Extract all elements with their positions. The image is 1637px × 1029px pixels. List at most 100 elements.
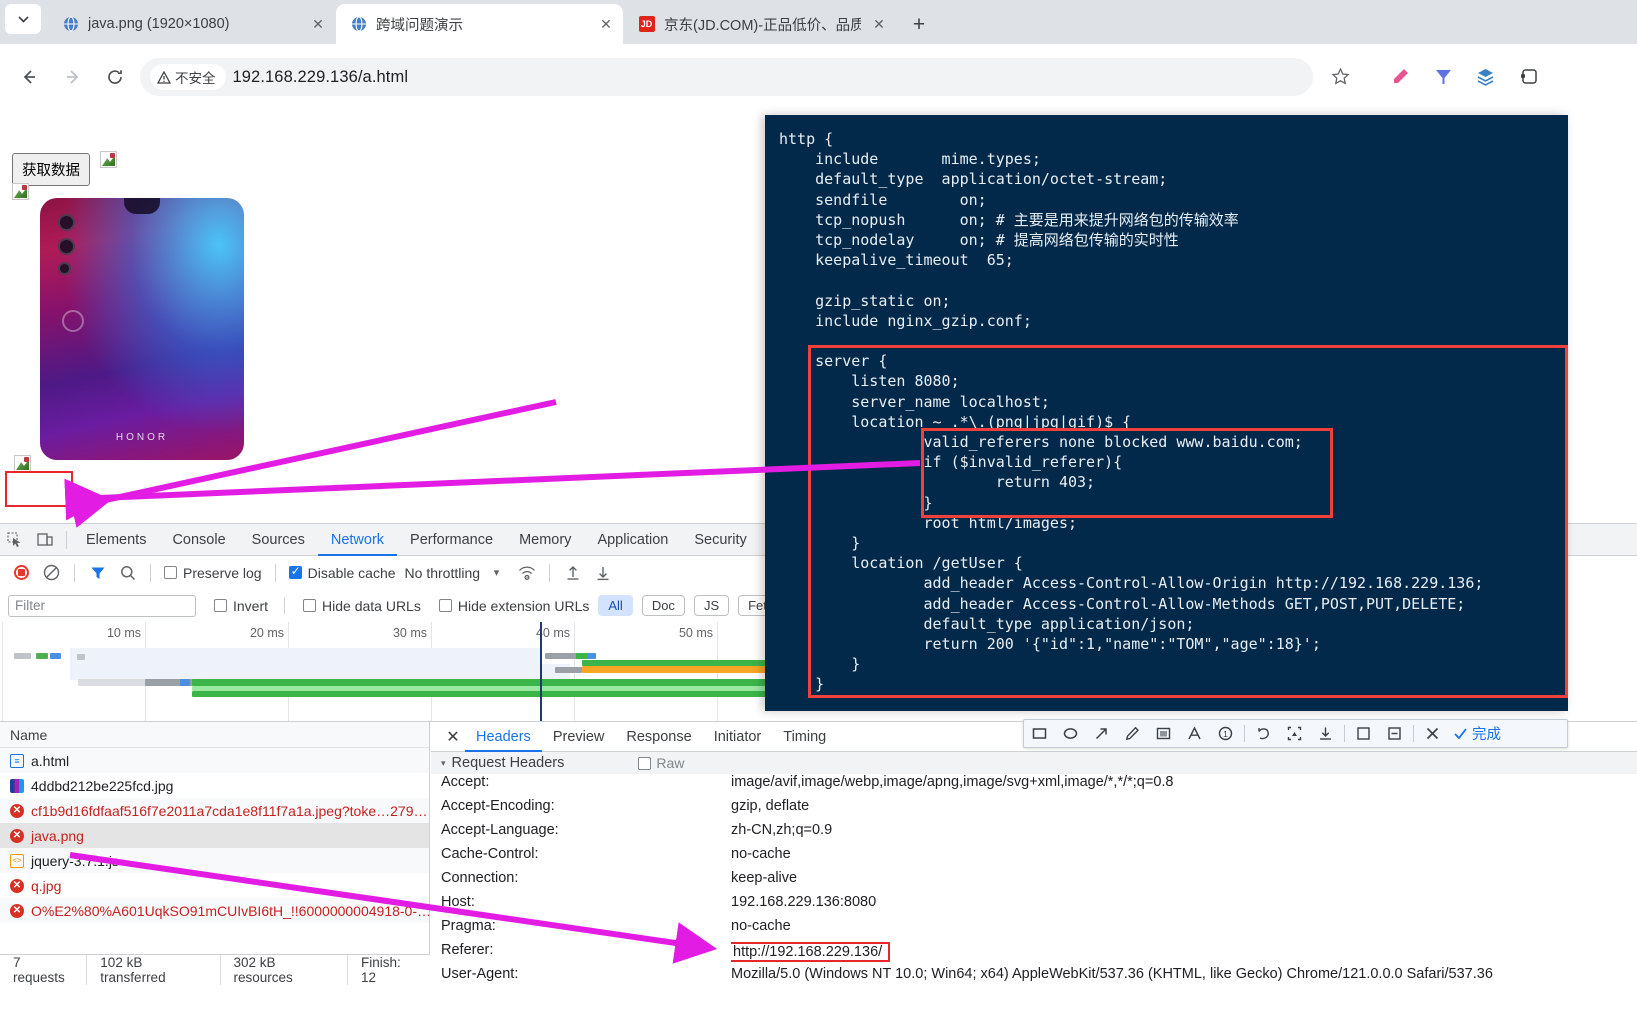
forward-button[interactable] [56, 60, 90, 94]
table-row[interactable]: ✕ O%E2%80%A601UqkSO91mCUIvBI6tH_!!600000… [0, 898, 429, 923]
browser-tab-3-title: 京东(JD.COM)-正品低价、品质 [664, 17, 861, 34]
detail-tab-timing[interactable]: Timing [772, 722, 837, 752]
header-value-highlighted: http://192.168.229.136/ [731, 942, 891, 962]
devtools-tab-elements[interactable]: Elements [73, 524, 159, 556]
devtools-tab-console[interactable]: Console [159, 524, 238, 556]
pen-icon[interactable] [1117, 720, 1148, 747]
detail-tab-preview[interactable]: Preview [542, 722, 616, 752]
request-list[interactable]: Name ≡ a.html 4ddbd212be225fcd.jpg ✕ cf1… [0, 722, 430, 985]
type-chip-doc[interactable]: Doc [641, 595, 685, 616]
close-icon[interactable]: ✕ [870, 15, 888, 33]
browser-tab-2[interactable]: 跨域问题演示 ✕ [336, 4, 623, 44]
browser-tab-1[interactable]: java.png (1920×1080) ✕ [48, 4, 335, 44]
broken-image-icon[interactable] [100, 151, 117, 168]
star-icon[interactable] [1325, 61, 1355, 91]
devtools-tab-application[interactable]: Application [584, 524, 681, 556]
clear-icon[interactable] [38, 559, 65, 586]
header-value: gzip, deflate [731, 798, 810, 814]
table-row[interactable]: 4ddbd212be225fcd.jpg [0, 773, 429, 798]
back-button[interactable] [12, 60, 46, 94]
inspect-element-icon[interactable] [0, 525, 30, 555]
invert-checkbox[interactable]: Invert [214, 598, 268, 614]
crop-icon[interactable] [1279, 720, 1310, 747]
filter-input[interactable]: Filter [8, 594, 196, 617]
disable-cache-checkbox[interactable]: Disable cache [285, 564, 400, 581]
request-name: jquery-3.7.1.js [31, 852, 119, 869]
network-conditions-icon[interactable] [513, 559, 540, 586]
chevron-down-icon[interactable]: ▾ [483, 559, 510, 586]
layers-icon[interactable] [1470, 61, 1500, 91]
devtools-tab-sources[interactable]: Sources [239, 524, 318, 556]
extensions-icon[interactable] [1514, 61, 1544, 91]
checkbox-box [214, 599, 227, 612]
request-list-header[interactable]: Name [0, 722, 429, 748]
record-stop-icon[interactable] [8, 559, 35, 586]
hide-data-urls-checkbox[interactable]: Hide data URLs [303, 598, 421, 614]
annotation-toolbar: 1 完成 [1023, 719, 1568, 748]
phone-product-image: HONOR [40, 198, 244, 460]
request-name: q.jpg [31, 877, 62, 894]
table-row[interactable]: ≡ a.html [0, 748, 429, 773]
detail-tab-initiator[interactable]: Initiator [703, 722, 773, 752]
get-data-button[interactable]: 获取数据 [12, 153, 90, 186]
jd-icon: JD [638, 16, 655, 33]
request-headers-section-toggle[interactable]: ▾ Request Headers Raw [431, 752, 1637, 774]
highlighter-icon[interactable] [1385, 61, 1415, 91]
export-har-icon[interactable] [589, 559, 616, 586]
devtools-tab-network[interactable]: Network [318, 524, 397, 556]
table-row[interactable]: ✕ cf1b9d16fdfaaf516f7e2011a7cda1e8f11f7a… [0, 798, 429, 823]
security-status-chip[interactable]: 不安全 [150, 64, 226, 90]
type-chip-all[interactable]: All [598, 595, 633, 616]
table-row[interactable]: <> jquery-3.7.1.js [0, 848, 429, 873]
close-icon[interactable]: ✕ [441, 725, 465, 749]
device-toolbar-icon[interactable] [30, 525, 60, 555]
type-chip-js[interactable]: JS [693, 595, 730, 616]
arrow-left-icon [23, 70, 35, 84]
preserve-log-checkbox[interactable]: Preserve log [160, 565, 266, 581]
blur-icon[interactable] [1148, 720, 1179, 747]
rectangle-icon[interactable] [1024, 720, 1055, 747]
download-funnel-icon[interactable] [1428, 61, 1458, 91]
network-split-pane: Name ≡ a.html 4ddbd212be225fcd.jpg ✕ cf1… [0, 722, 1637, 1029]
camera-lens-icon [58, 238, 75, 255]
throttling-select-value[interactable]: No throttling [403, 565, 480, 581]
tab-search-button[interactable] [5, 4, 41, 34]
address-bar[interactable]: 不安全 192.168.229.136/a.html [140, 58, 1313, 96]
timeline-cursor[interactable] [540, 622, 542, 721]
new-tab-button[interactable]: + [905, 11, 933, 39]
header-value: 192.168.229.136:8080 [731, 894, 877, 910]
devtools-tab-performance[interactable]: Performance [397, 524, 506, 556]
step-number-icon[interactable]: 1 [1210, 720, 1241, 747]
hide-extension-urls-checkbox[interactable]: Hide extension URLs [438, 598, 589, 614]
close-icon[interactable] [1417, 720, 1448, 747]
close-icon[interactable]: ✕ [597, 15, 615, 33]
devtools-tab-security[interactable]: Security [681, 524, 759, 556]
save-icon[interactable] [1348, 720, 1379, 747]
text-icon[interactable] [1179, 720, 1210, 747]
status-finish: Finish: 12 [361, 954, 401, 985]
devtools-tab-memory[interactable]: Memory [506, 524, 584, 556]
ellipse-icon[interactable] [1055, 720, 1086, 747]
browser-tab-3[interactable]: JD 京东(JD.COM)-正品低价、品质 ✕ [624, 4, 896, 44]
arrow-icon[interactable] [1086, 720, 1117, 747]
broken-image-icon[interactable] [14, 455, 31, 472]
detail-tab-headers[interactable]: Headers [465, 722, 542, 752]
raw-checkbox[interactable]: Raw [638, 755, 684, 771]
detail-tab-response[interactable]: Response [615, 722, 702, 752]
download-icon[interactable] [1310, 720, 1341, 747]
filter-funnel-icon[interactable] [84, 559, 111, 586]
done-button[interactable]: 完成 [1448, 723, 1510, 744]
import-har-icon[interactable] [559, 559, 586, 586]
request-name: O%E2%80%A601UqkSO91mCUIvBI6tH_!!60000000… [31, 902, 429, 919]
undo-icon[interactable] [1248, 720, 1279, 747]
search-icon[interactable] [114, 559, 141, 586]
table-row[interactable]: ✕ java.png [0, 823, 429, 848]
close-icon[interactable]: ✕ [309, 15, 327, 33]
header-key: Accept-Language: [441, 822, 559, 838]
bookmark-icon[interactable] [1379, 720, 1410, 747]
reload-button[interactable] [98, 60, 132, 94]
divider [1244, 725, 1245, 742]
table-row[interactable]: ✕ q.jpg [0, 873, 429, 898]
header-key: Cache-Control: [441, 846, 539, 862]
broken-image-icon[interactable] [12, 183, 29, 200]
